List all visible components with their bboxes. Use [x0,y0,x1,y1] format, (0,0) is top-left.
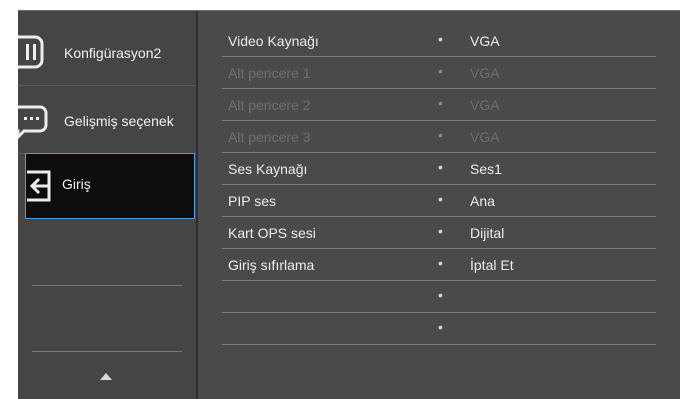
row-value: VGA [470,97,500,113]
row-value: Ana [470,193,495,209]
row-value: VGA [470,65,500,81]
row-label: Giriş sıfırlama [228,257,315,273]
menu-row-empty[interactable]: • [198,281,680,313]
row-label: Alt pencere 2 [228,97,311,113]
more-options-icon [14,103,50,142]
bullet: • [438,319,443,335]
menu-row-empty[interactable]: • [198,313,680,345]
up-arrow-icon[interactable] [100,373,112,380]
bullet: • [438,159,443,175]
bullet: • [438,127,443,143]
sidebar-item-label: Giriş [62,176,91,192]
bullet: • [438,95,443,111]
menu-row-giris-sifirlama[interactable]: Giriş sıfırlama • İptal Et [198,249,680,281]
sidebar-divider [32,285,182,286]
menu-row-alt-pencere-3: Alt pencere 3 • VGA [198,121,680,153]
sidebar-item-label: Konfigürasyon2 [64,45,162,61]
menu-row-kart-ops-sesi[interactable]: Kart OPS sesi • Dijital [198,217,680,249]
sidebar-item-konfigurasyon2[interactable]: Konfigürasyon2 [10,23,196,86]
row-label: Kart OPS sesi [228,225,316,241]
bullet: • [438,255,443,271]
row-value: İptal Et [470,257,514,273]
row-value: Ses1 [470,161,502,177]
sidebar-item-gelismis-secenek[interactable]: Gelişmiş seçenek [14,91,196,154]
row-label: Video Kaynağı [228,33,319,49]
osd-menu-panel: Konfigürasyon2 Gelişmiş seçenek Giriş Vi… [10,10,680,399]
row-value: Dijital [470,225,505,241]
menu-row-video-kaynagi[interactable]: Video Kaynağı • VGA [198,25,680,57]
bullet: • [438,31,443,47]
menu-row-alt-pencere-1: Alt pencere 1 • VGA [198,57,680,89]
sidebar: Konfigürasyon2 Gelişmiş seçenek Giriş [10,11,198,399]
config-icon [10,35,46,74]
menu-row-ses-kaynagi[interactable]: Ses Kaynağı • Ses1 [198,153,680,185]
menu-row-pip-ses[interactable]: PIP ses • Ana [198,185,680,217]
bullet: • [438,191,443,207]
row-divider [222,344,656,345]
row-label: Alt pencere 1 [228,65,311,81]
row-label: Alt pencere 3 [228,129,311,145]
menu-row-alt-pencere-2: Alt pencere 2 • VGA [198,89,680,121]
row-value: VGA [470,33,500,49]
sidebar-item-label: Gelişmiş seçenek [64,113,174,129]
bullet: • [438,223,443,239]
bullet: • [438,63,443,79]
input-icon [19,166,59,209]
sidebar-item-giris[interactable]: Giriş [25,153,195,219]
row-label: Ses Kaynağı [228,161,308,177]
row-value: VGA [470,129,500,145]
bullet: • [438,287,443,303]
settings-menu: Video Kaynağı • VGA Alt pencere 1 • VGA … [198,11,680,399]
sidebar-divider [32,351,182,352]
row-label: PIP ses [228,193,276,209]
